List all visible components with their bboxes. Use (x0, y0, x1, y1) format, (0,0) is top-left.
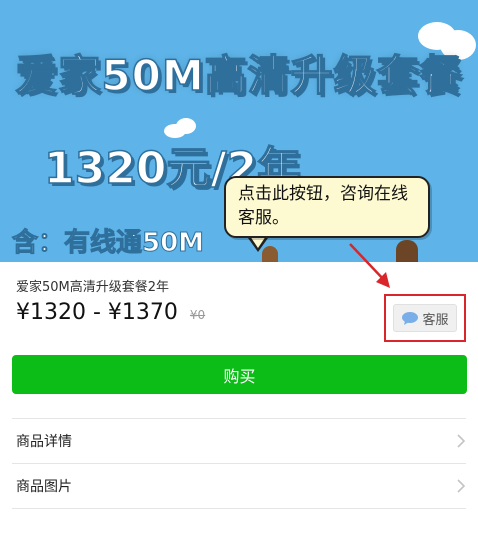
customer-service-label: 客服 (422, 312, 449, 328)
red-arrow-icon (349, 243, 390, 288)
list-item-label: 商品详情 (16, 434, 72, 450)
banner-title: 爱家50M高清升级套餐 (15, 50, 463, 101)
divider (12, 508, 466, 509)
list-item-product-images[interactable]: 商品图片 (12, 464, 466, 508)
chevron-right-icon (457, 434, 466, 448)
list-item-product-details[interactable]: 商品详情 (12, 419, 466, 463)
chevron-right-icon (457, 479, 466, 493)
list-item-label: 商品图片 (16, 479, 72, 495)
original-price: ¥0 (189, 308, 206, 322)
chat-bubble-icon (402, 312, 419, 325)
price-range: ¥1320 - ¥1370 (16, 300, 178, 325)
help-callout: 点击此按钮，咨询在线客服。 (224, 176, 430, 238)
person-figure (396, 240, 418, 262)
customer-service-button[interactable]: 客服 (393, 304, 457, 332)
buy-button[interactable]: 购买 (12, 355, 467, 394)
price-row: ¥1320 - ¥1370 ¥0 (16, 300, 205, 325)
product-title: 爱家50M高清升级套餐2年 (16, 280, 170, 295)
banner-includes: 含：有线通50M (11, 228, 205, 259)
